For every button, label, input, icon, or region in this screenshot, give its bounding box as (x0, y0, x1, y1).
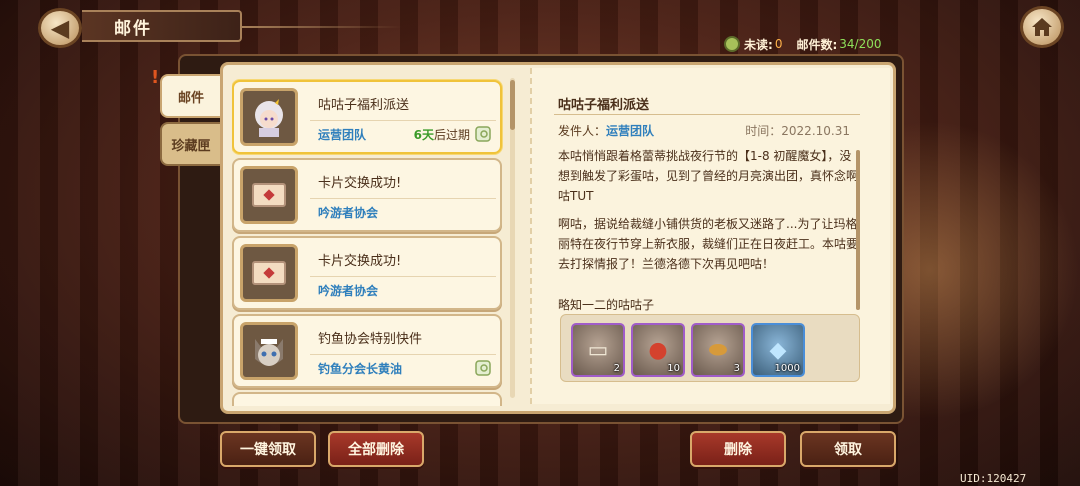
home-button[interactable] (1020, 6, 1064, 48)
mail-item[interactable] (232, 392, 502, 406)
detail-body: 本咕悄悄跟着格蕾蒂挑战夜行节的【1-8 初醒魔女】，没想到触发了彩蛋咕，见到了曾… (558, 146, 858, 282)
reward-title: 略知一二的咕咕子 (558, 298, 655, 312)
mail-subject: 卡片交换成功! (318, 254, 402, 269)
reward-item[interactable]: ⬬ 3 (691, 323, 745, 377)
mail-subject: 咕咕子福利派送 (318, 98, 410, 113)
expire-days: 6天 (413, 128, 434, 142)
page-title-text: 邮件 (114, 18, 152, 39)
claim-button[interactable]: 领取 (800, 431, 896, 467)
mail-avatar (240, 88, 298, 146)
mail-sender: 钓鱼分会长黄油 (318, 362, 403, 376)
unread-label: 未读: (744, 37, 773, 52)
bread-icon: ⬬ (708, 337, 728, 363)
mail-avatar (240, 166, 298, 224)
mail-expire: 6天后过期 (414, 126, 470, 143)
unread-count: 0 (774, 37, 783, 51)
detail-divider (554, 114, 860, 115)
mail-list[interactable]: 咕咕子福利派送 运营团队 6天后过期 卡片交换成功! 吟游者协会 卡片交换成功!… (232, 74, 510, 406)
crystal-icon: ◆ (769, 337, 787, 363)
reward-qty: 10 (667, 363, 680, 374)
mail-divider (310, 198, 496, 199)
mail-subject: 钓鱼协会特别快件 (318, 332, 423, 347)
mail-item[interactable]: 卡片交换成功! 吟游者协会 (232, 236, 502, 310)
delete-label: 删除 (724, 442, 752, 458)
mail-divider (310, 354, 496, 355)
mail-sender: 吟游者协会 (318, 284, 379, 298)
delete-all-label: 全部删除 (348, 442, 404, 458)
reward-item[interactable]: ◆ 1000 (751, 323, 805, 377)
delete-all-button[interactable]: 全部删除 (328, 431, 424, 467)
detail-sender-row: 发件人：运营团队 (558, 122, 654, 139)
mail-list-scroll-thumb[interactable] (510, 80, 515, 130)
ticket-icon: ▭ (587, 337, 609, 363)
mail-count: 34/200 (839, 37, 882, 51)
claim-all-label: 一键领取 (240, 442, 296, 458)
mail-avatar (240, 244, 298, 302)
girl-character-icon (255, 99, 283, 137)
mail-item[interactable]: 钓鱼协会特别快件 钓鱼分会长黄油 (232, 314, 502, 388)
mail-detail: 咕咕子福利派送 发件人：运营团队 时间：2022.10.31 本咕悄悄跟着格蕾蒂… (540, 74, 880, 402)
reward-item[interactable]: ● 10 (631, 323, 685, 377)
arrow-left-icon: ◀ (50, 14, 70, 42)
tab-mail[interactable]: 邮件 (160, 74, 220, 118)
reward-qty: 2 (613, 363, 620, 374)
delete-button[interactable]: 删除 (690, 431, 786, 467)
tab-mail-label: 邮件 (177, 90, 204, 106)
reward-qty: 3 (733, 363, 740, 374)
attachment-seal-icon (475, 126, 491, 142)
cat-character-icon (255, 339, 283, 366)
back-button[interactable]: ◀ (38, 8, 82, 48)
attachment-seal-icon (475, 360, 491, 376)
reward-item[interactable]: ▭ 2 (571, 323, 625, 377)
mail-count-label: 邮件数: (796, 37, 838, 52)
claim-label: 领取 (834, 442, 862, 458)
expire-suffix: 后过期 (433, 128, 470, 142)
detail-time: 时间：2022.10.31 (745, 124, 850, 138)
page-title: 邮件 (82, 10, 242, 42)
mail-divider (310, 276, 496, 277)
detail-paragraph: 本咕悄悄跟着格蕾蒂挑战夜行节的【1-8 初醒魔女】，没想到触发了彩蛋咕，见到了曾… (558, 149, 859, 203)
alert-icon: ! (151, 67, 160, 88)
mail-divider (310, 120, 496, 121)
mail-sender: 运营团队 (318, 128, 367, 142)
detail-paragraph: 啊咕，据说给裁缝小铺供货的老板又迷路了...为了让玛格丽特在夜行节穿上新衣服，裁… (558, 217, 859, 271)
envelope-icon (252, 183, 286, 207)
detail-sender-label: 发件人： (558, 124, 607, 138)
reward-panel: ▭ 2 ● 10 ⬬ 3 ◆ 1000 (560, 314, 860, 382)
envelope-icon (252, 261, 286, 285)
mushroom-icon: ● (648, 337, 668, 363)
detail-scroll-thumb[interactable] (856, 150, 860, 310)
mail-item[interactable]: 咕咕子福利派送 运营团队 6天后过期 (232, 80, 502, 154)
mail-subject: 卡片交换成功! (318, 176, 402, 191)
title-divider (242, 26, 402, 28)
tab-treasure[interactable]: 珍藏匣 (160, 122, 220, 166)
mail-sender: 吟游者协会 (318, 206, 379, 220)
detail-sender: 运营团队 (606, 124, 655, 138)
reward-qty: 1000 (774, 363, 800, 374)
home-icon (1032, 18, 1052, 36)
mail-stats: 未读: 0 邮件数: 34/200 (724, 34, 881, 54)
claim-all-button[interactable]: 一键领取 (220, 431, 316, 467)
user-id: UID:120427 (960, 472, 1027, 485)
detail-title: 咕咕子福利派送 (558, 98, 650, 113)
tab-treasure-label: 珍藏匣 (171, 138, 211, 154)
mail-item[interactable]: 卡片交换成功! 吟游者协会 (232, 158, 502, 232)
mail-avatar (240, 322, 298, 380)
gugu-mascot-icon (724, 36, 740, 52)
